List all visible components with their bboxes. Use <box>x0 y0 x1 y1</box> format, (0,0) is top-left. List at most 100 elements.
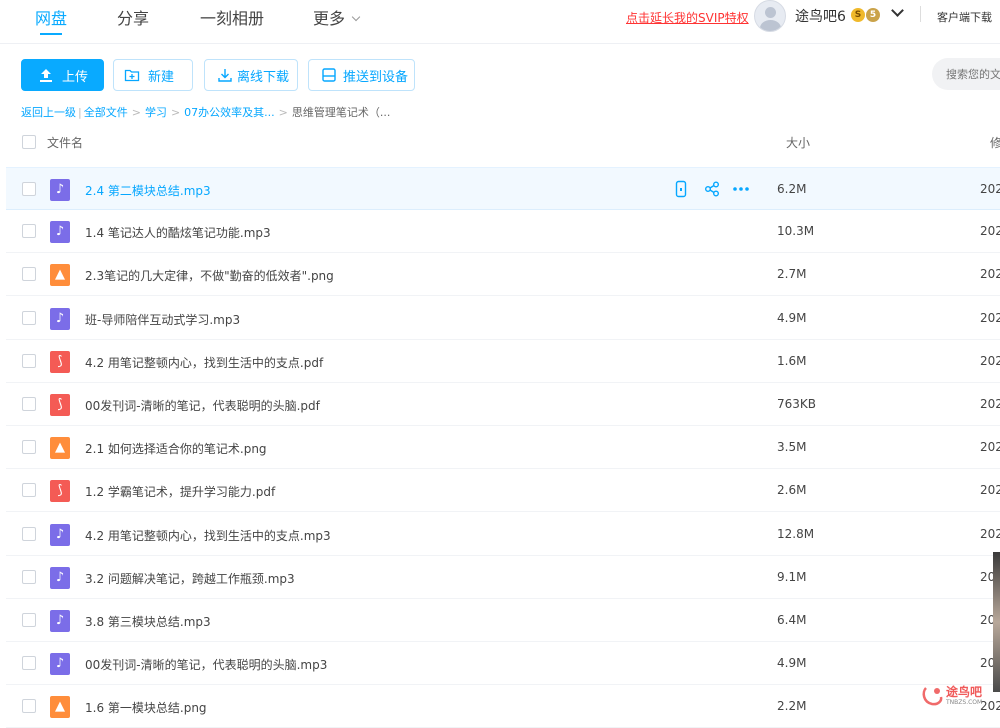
file-name[interactable]: 4.2 用笔记整顿内心，找到生活中的支点.pdf <box>85 354 323 371</box>
file-name[interactable]: 2.4 第二模块总结.mp3 <box>85 182 211 199</box>
offline-download-button[interactable]: 离线下载 <box>204 59 298 91</box>
background-window-edge <box>993 552 1000 692</box>
chevron-right-icon: > <box>170 106 181 119</box>
file-modified-date: 202 <box>980 353 1000 368</box>
file-name[interactable]: 3.2 问题解决笔记，跨越工作瓶颈.mp3 <box>85 570 295 587</box>
watermark-text: 途鸟吧 <box>946 685 983 699</box>
chevron-down-icon <box>351 12 361 22</box>
tab-more[interactable]: 更多 <box>313 5 361 29</box>
row-checkbox[interactable] <box>22 182 36 196</box>
tab-more-label: 更多 <box>313 9 346 28</box>
file-name[interactable]: 1.2 学霸笔记术，提升学习能力.pdf <box>85 483 275 500</box>
row-checkbox[interactable] <box>22 397 36 411</box>
column-header-size[interactable]: 大小 <box>786 134 810 151</box>
table-row[interactable]: ▲ 2.3笔记的几大定律，不做"勤奋的低效者".png 2.7M 202 <box>6 253 1000 297</box>
pdf-file-icon: ⟆ <box>50 394 70 416</box>
row-checkbox[interactable] <box>22 699 36 714</box>
row-checkbox[interactable] <box>22 224 36 239</box>
row-checkbox[interactable] <box>22 267 36 282</box>
table-row[interactable]: ♪00发刊词-清晰的笔记，代表聪明的头脑.mp34.9M202 <box>6 642 1000 686</box>
file-size: 763KB <box>777 397 817 411</box>
file-size: 9.1M <box>777 569 807 584</box>
audio-file-icon: ♪ <box>50 307 70 330</box>
pdf-file-icon: ⟆ <box>50 350 70 373</box>
audio-file-icon: ♪ <box>50 610 70 632</box>
breadcrumb-item[interactable]: 全部文件 <box>84 106 128 119</box>
table-row[interactable]: ⟆ 1.2 学霸笔记术，提升学习能力.pdf 2.6M 202 <box>6 469 1000 513</box>
file-size: 12.8M <box>777 526 815 541</box>
select-all-checkbox[interactable] <box>22 135 36 149</box>
tab-album[interactable]: 一刻相册 <box>200 5 264 29</box>
share-icon[interactable] <box>703 180 721 198</box>
column-header-modified[interactable]: 修 <box>990 134 1000 151</box>
pdf-file-icon: ⟆ <box>50 480 70 503</box>
row-checkbox[interactable] <box>22 310 36 325</box>
upload-icon <box>38 67 54 83</box>
row-checkbox[interactable] <box>22 483 36 498</box>
file-name[interactable]: 00发刊词-清晰的笔记，代表聪明的头脑.pdf <box>85 397 320 414</box>
table-row[interactable]: ♪3.8 第三模块总结.mp36.4M202 <box>6 599 1000 642</box>
table-row[interactable]: ♪3.2 问题解决笔记，跨越工作瓶颈.mp39.1M202 <box>6 556 1000 599</box>
row-checkbox[interactable] <box>22 526 36 541</box>
file-size: 2.2M <box>777 699 807 714</box>
file-name[interactable]: 1.6 第一模块总结.png <box>85 699 207 716</box>
divider <box>920 6 921 22</box>
breadcrumb-item[interactable]: 学习 <box>145 106 167 119</box>
user-menu-chevron-icon[interactable] <box>891 4 904 17</box>
file-size: 4.9M <box>777 656 807 671</box>
file-name[interactable]: 00发刊词-清晰的笔记，代表聪明的头脑.mp3 <box>85 656 327 673</box>
active-tab-indicator <box>40 33 62 35</box>
file-size: 4.9M <box>777 310 807 325</box>
row-checkbox[interactable] <box>22 440 36 455</box>
tab-netdisk[interactable]: 网盘 <box>35 5 67 29</box>
file-modified-date: 202 <box>980 224 1000 239</box>
column-header-name[interactable]: 文件名 <box>47 134 83 151</box>
file-name[interactable]: 2.1 如何选择适合你的笔记术.png <box>85 440 267 457</box>
image-file-icon: ▲ <box>50 437 70 460</box>
table-row[interactable]: ♪ 1.4 笔记达人的酷炫笔记功能.mp3 10.3M 202 <box>6 210 1000 254</box>
table-row[interactable]: ♪ 班-导师陪伴互动式学习.mp3 4.9M 202 <box>6 297 1000 340</box>
chevron-right-icon: > <box>278 106 288 119</box>
breadcrumb-item[interactable]: 07办公效率及其... <box>184 106 275 119</box>
table-row[interactable]: ⟆ 4.2 用笔记整顿内心，找到生活中的支点.pdf 1.6M 202 <box>6 340 1000 383</box>
watermark-subtext: TNBZS.COM <box>946 699 983 706</box>
table-row[interactable]: ♪ 2.4 第二模块总结.mp3 6.2M 202 <box>6 167 1000 210</box>
tab-share[interactable]: 分享 <box>117 5 149 29</box>
file-name[interactable]: 班-导师陪伴互动式学习.mp3 <box>85 311 240 328</box>
breadcrumb: 返回上一级 | 全部文件 > 学习 >07办公效率及其... > 思维管理笔记术（... <box>21 104 390 120</box>
avatar[interactable] <box>754 0 786 32</box>
file-modified-date: 202 <box>980 526 1000 541</box>
row-checkbox[interactable] <box>22 569 36 584</box>
offline-download-label: 离线下载 <box>237 69 290 85</box>
table-row[interactable]: ♪ 4.2 用笔记整顿内心，找到生活中的支点.mp3 12.8M 202 <box>6 513 1000 556</box>
breadcrumb-current: 思维管理笔记术（... <box>291 106 391 119</box>
file-name[interactable]: 3.8 第三模块总结.mp3 <box>85 613 211 630</box>
push-to-device-button[interactable]: 推送到设备 <box>308 59 415 91</box>
table-row[interactable]: ⟆ 00发刊词-清晰的笔记，代表聪明的头脑.pdf 763KB 202 <box>6 383 1000 426</box>
device-icon <box>321 67 337 83</box>
upload-button[interactable]: 上传 <box>21 59 104 91</box>
row-checkbox[interactable] <box>22 353 36 368</box>
file-name[interactable]: 1.4 笔记达人的酷炫笔记功能.mp3 <box>85 224 271 241</box>
row-checkbox[interactable] <box>22 613 36 627</box>
row-checkbox[interactable] <box>22 656 36 671</box>
new-folder-button[interactable]: 新建 <box>113 59 193 91</box>
svip-badge-icon: S <box>851 8 865 22</box>
file-name[interactable]: 2.3笔记的几大定律，不做"勤奋的低效者".png <box>85 267 334 284</box>
chevron-right-icon: > <box>131 106 141 119</box>
more-icon[interactable] <box>732 180 750 198</box>
svip-promo-link[interactable]: 点击延长我的SVIP特权 <box>626 9 749 26</box>
search-input[interactable] <box>932 58 1000 90</box>
client-download-link[interactable]: 客户端下载 <box>937 9 992 25</box>
table-row[interactable]: ▲ 2.1 如何选择适合你的笔记术.png 3.5M 202 <box>6 426 1000 470</box>
file-name[interactable]: 4.2 用笔记整顿内心，找到生活中的支点.mp3 <box>85 527 331 544</box>
image-file-icon: ▲ <box>50 264 70 287</box>
breadcrumb-divider: | <box>78 106 82 119</box>
file-modified-date: 202 <box>980 310 1000 325</box>
back-link[interactable]: 返回上一级 <box>21 106 76 119</box>
username[interactable]: 途鸟吧6 <box>795 6 846 26</box>
level-badge-icon: 5 <box>866 8 880 22</box>
phone-icon[interactable] <box>672 180 690 198</box>
audio-file-icon: ♪ <box>50 566 70 589</box>
table-row[interactable]: ▲ 1.6 第一模块总结.png 2.2M 202 <box>6 685 1000 728</box>
